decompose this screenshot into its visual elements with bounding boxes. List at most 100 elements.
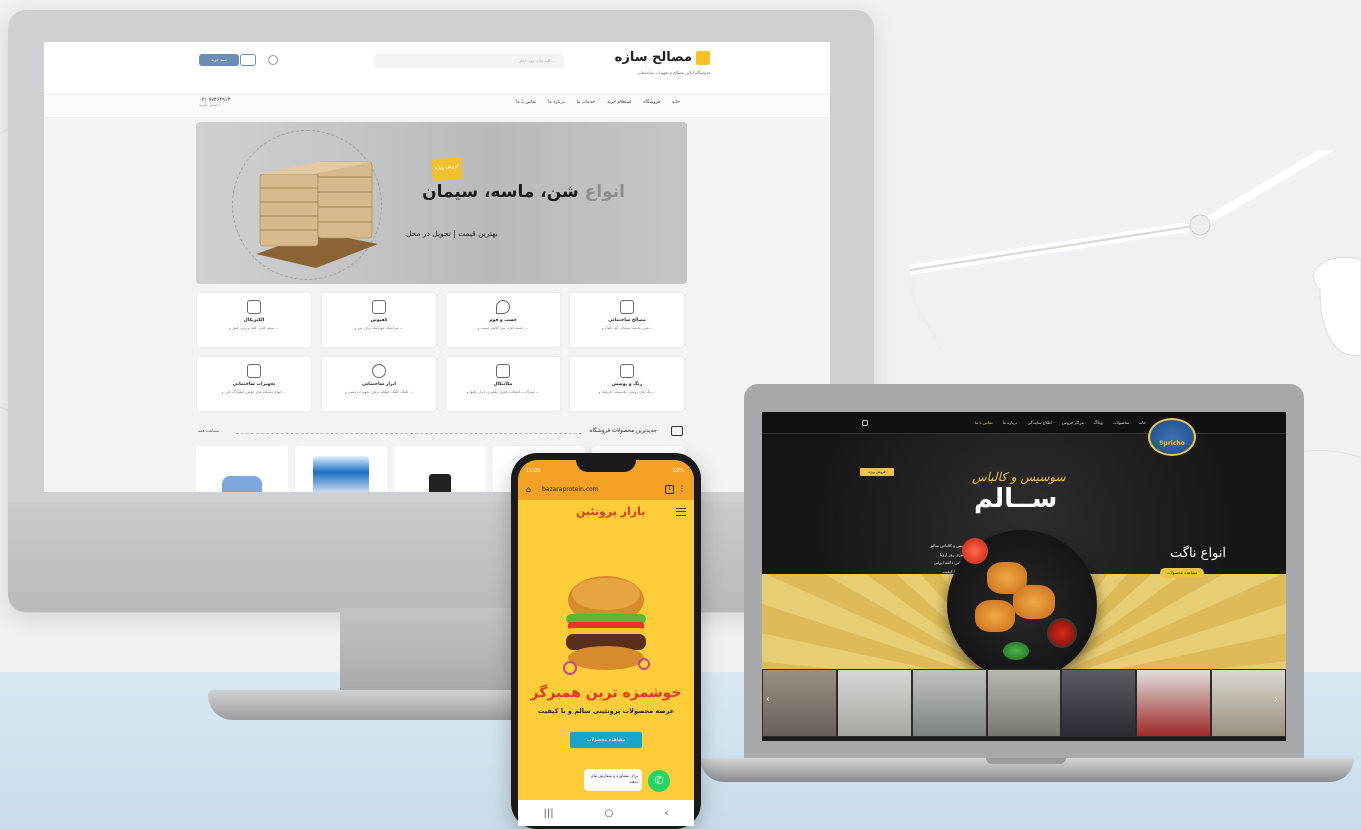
category-desc: شن، ماسه، سیمان، گچ، بلوک و... [601, 326, 653, 330]
gallery-photo[interactable] [912, 670, 986, 736]
desk-lamp [909, 150, 1361, 357]
status-time: 11:05 [526, 468, 541, 474]
whatsapp-icon[interactable]: ✆ [648, 770, 670, 792]
category-title: چسب و فوم [489, 318, 517, 323]
monitor-screen: مصالح سازه فروشگاه آنلاین مصالح و تجهیزا… [44, 42, 830, 492]
product-card[interactable] [394, 446, 486, 492]
gallery-photo[interactable] [987, 670, 1061, 736]
tabs-icon[interactable]: 1 [665, 485, 674, 494]
hero-banner[interactable]: فروش ویژه انواع شن، ماسه، سیمان بهترین ق… [196, 122, 687, 284]
search-input[interactable]: کلید واژه مورد نظر ... [374, 54, 564, 68]
nav-item[interactable]: فروشگاه [643, 100, 660, 105]
product-card[interactable] [295, 446, 387, 492]
nav-item[interactable]: درباره ما [548, 100, 565, 105]
category-card[interactable]: تجهیزات ساختمانی انواع دستگاه های جوش، لی… [196, 356, 312, 412]
tools-icon [247, 364, 261, 378]
nav-item[interactable]: درباره ما [1003, 420, 1018, 425]
category-card[interactable]: رنگ و پوشش رنگ های روغنی، پلاستیک، اکریلی… [569, 356, 685, 412]
view-products-button[interactable]: مشاهده محصولات [1160, 568, 1204, 578]
category-title: ابزار ساختمانی [362, 382, 396, 387]
phone-contact[interactable]: ۰۲۱ ۷۷۴۶۴۹۱۳ با تماس بگیرید [199, 97, 230, 107]
nav-items: تماس با ما درباره ما خدمات ما استعلام خر… [516, 100, 680, 105]
product-image [222, 476, 262, 492]
warehouse-icon [372, 300, 386, 314]
nav-item[interactable]: تماس با ما [516, 100, 536, 105]
instagram-icon[interactable] [862, 420, 868, 426]
headline-top: سوسیس و کالباس [972, 470, 1066, 484]
nav-item[interactable]: مراکز فروش [1062, 420, 1084, 425]
home-icon[interactable]: ⌂ [526, 485, 531, 494]
category-card[interactable]: مکانیکال شیرآلات، اتصالات فلزی، پلیمری، ا… [445, 356, 561, 412]
cart-button[interactable]: سبد خرید [199, 54, 239, 66]
category-card[interactable]: مصالح ساختمانی شن، ماسه، سیمان، گچ، بلوک … [569, 292, 685, 348]
product-title: انواع ناگت [1170, 546, 1226, 561]
gallery-photo[interactable] [837, 670, 911, 736]
nav-item[interactable]: تماس با ما [975, 420, 993, 425]
gallery-prev-icon[interactable]: ‹ [766, 694, 774, 706]
site-header [44, 42, 830, 94]
category-title: مصالح ساختمانی [608, 318, 646, 323]
burger-image [563, 576, 650, 675]
category-desc: انواع دستگاه های جوش، لیفتراک، فرز و ... [221, 390, 287, 394]
site-logo[interactable]: مصالح سازه [615, 50, 710, 65]
cement-bags-image [256, 161, 378, 268]
user-icon[interactable] [268, 55, 278, 65]
drop-icon [496, 300, 510, 314]
site-logo[interactable]: بازار پروتئین [576, 505, 645, 518]
recents-icon[interactable]: ||| [544, 808, 554, 819]
phone-caption: با تماس بگیرید [199, 103, 221, 107]
more-icon[interactable]: ⋮ [678, 484, 686, 493]
see-all-link[interactable]: مشاهده همه [198, 428, 219, 433]
parsley-garnish [1003, 642, 1029, 660]
battery-level: 52% [672, 468, 684, 474]
basket-icon[interactable] [240, 54, 256, 66]
gallery-photo[interactable] [1137, 670, 1211, 736]
hamburger-menu-icon[interactable] [676, 508, 686, 516]
crane-icon [620, 300, 634, 314]
hero-badge: فروش ویژه [431, 156, 463, 182]
nav-item[interactable]: اطلاع سایندگی [1027, 420, 1052, 425]
category-card[interactable]: الکتریکال سیم، کابل، کلید و پریز، فیوز و … [196, 292, 312, 348]
laptop-nav-items: تماس با ما درباره ما اطلاع سایندگی مراکز… [975, 420, 1146, 425]
category-title: تجهیزات ساختمانی [232, 382, 276, 387]
view-products-button[interactable]: مشاهده محصولات [570, 732, 642, 748]
product-card[interactable] [196, 446, 288, 492]
laptop-screen: تماس با ما درباره ما اطلاع سایندگی مراکز… [762, 412, 1286, 741]
gallery-photo[interactable] [1062, 670, 1136, 736]
android-nav-bar: ||| ○ ‹ [518, 800, 694, 826]
section-title: جدیدترین محصولات فروشگاه [589, 428, 657, 434]
laptop-notch [986, 758, 1066, 764]
nav-item[interactable]: استعلام خرید [607, 100, 631, 105]
logo-icon [696, 50, 710, 65]
phone-notch [576, 460, 636, 472]
sauce-bowl [1047, 618, 1077, 648]
showcase-scene: مصالح سازه فروشگاه آنلاین مصالح و تجهیزا… [0, 0, 1361, 829]
category-title: الکتریکال [243, 318, 265, 323]
chat-bubble[interactable]: برای مشاوره و سفارش پیام بدهید [584, 769, 642, 791]
box-icon [671, 426, 683, 436]
nav-item[interactable]: خدمات ما [577, 100, 595, 105]
hero-title-main: شن، ماسه، سیمان [422, 182, 579, 202]
nugget [1013, 585, 1055, 619]
category-title: مکانیکال [493, 382, 513, 387]
category-desc: چسب آهن، بتن، کاشی‌چسب و ... [477, 326, 529, 330]
laptop-hero[interactable]: فروش ویژه سوسیس و کالباس ســالم طعم واقع… [762, 434, 1286, 689]
nav-item[interactable]: خانه [672, 100, 680, 105]
category-card[interactable]: چسب و فوم چسب آهن، بتن، کاشی‌چسب و ... [445, 292, 561, 348]
product-image [313, 456, 369, 492]
gallery-next-icon[interactable]: › [1274, 694, 1282, 706]
shovel-icon [372, 364, 386, 378]
tomato [962, 538, 988, 564]
category-card[interactable]: کفپوش سرامیک، موزاییک، وال، بتن و ... [321, 292, 437, 348]
nav-item[interactable]: محصولات [1113, 420, 1129, 425]
nav-item[interactable]: خانه [1139, 420, 1146, 425]
home-button-icon[interactable]: ○ [605, 808, 614, 819]
outlet-icon [247, 300, 261, 314]
brand-logo[interactable]: Spricho [1148, 418, 1196, 456]
back-icon[interactable]: ‹ [664, 808, 668, 819]
nav-item[interactable]: وبلاگ [1094, 420, 1103, 425]
section-divider [236, 433, 582, 434]
category-card[interactable]: ابزار ساختمانی کلنگ، کلنگ، صفحه برش، تجهی… [321, 356, 437, 412]
logo-subtitle: فروشگاه آنلاین مصالح و تجهیزات ساختمانی [637, 70, 710, 75]
category-desc: سرامیک، موزاییک، وال، بتن و ... [354, 326, 404, 330]
